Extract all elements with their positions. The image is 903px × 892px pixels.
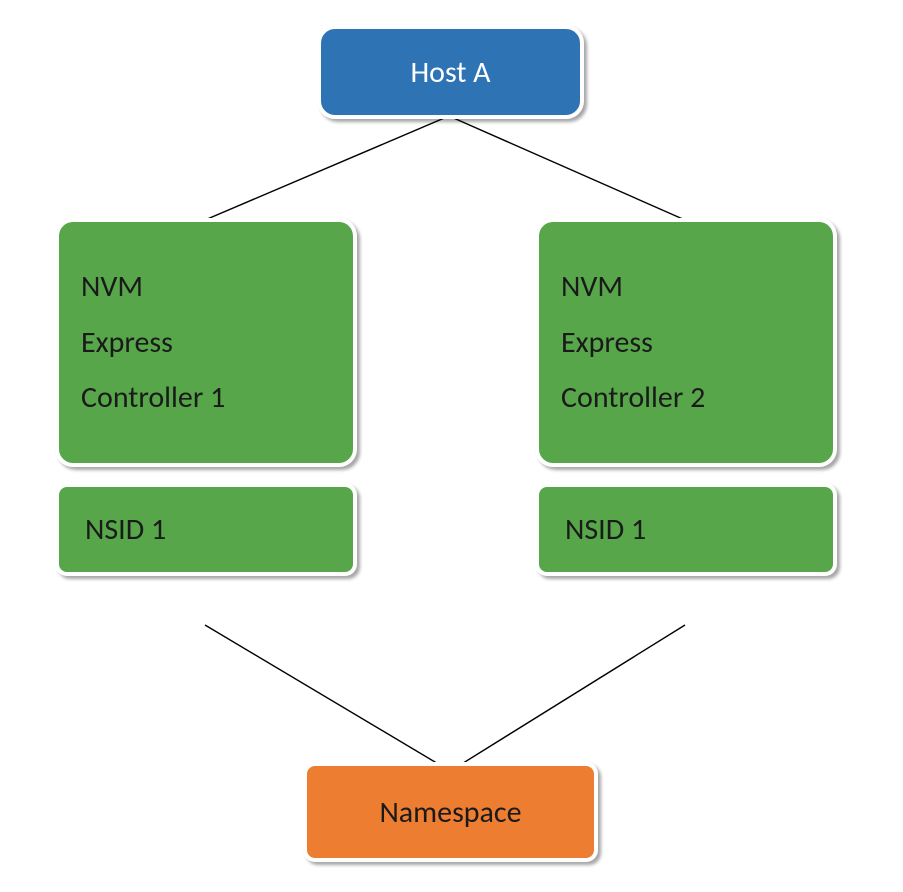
controller-1-line1: NVM <box>81 259 353 315</box>
nsid-1-right-label: NSID 1 <box>565 511 646 548</box>
namespace-label: Namespace <box>379 794 521 831</box>
host-label: Host A <box>410 54 490 91</box>
nsid-1-left-box: NSID 1 <box>55 483 357 576</box>
nsid-1-right-box: NSID 1 <box>535 483 837 576</box>
host-box: Host A <box>317 25 584 119</box>
controller-2-box: NVM Express Controller 2 <box>535 218 837 467</box>
controller-2-line3: Controller 2 <box>561 370 833 426</box>
controller-1-line3: Controller 1 <box>81 370 353 426</box>
nsid-1-left-label: NSID 1 <box>85 511 166 548</box>
controller-1-box: NVM Express Controller 1 <box>55 218 357 467</box>
controller-1-line2: Express <box>81 315 353 371</box>
controller-2-line2: Express <box>561 315 833 371</box>
controller-2-line1: NVM <box>561 259 833 315</box>
namespace-box: Namespace <box>303 762 598 862</box>
